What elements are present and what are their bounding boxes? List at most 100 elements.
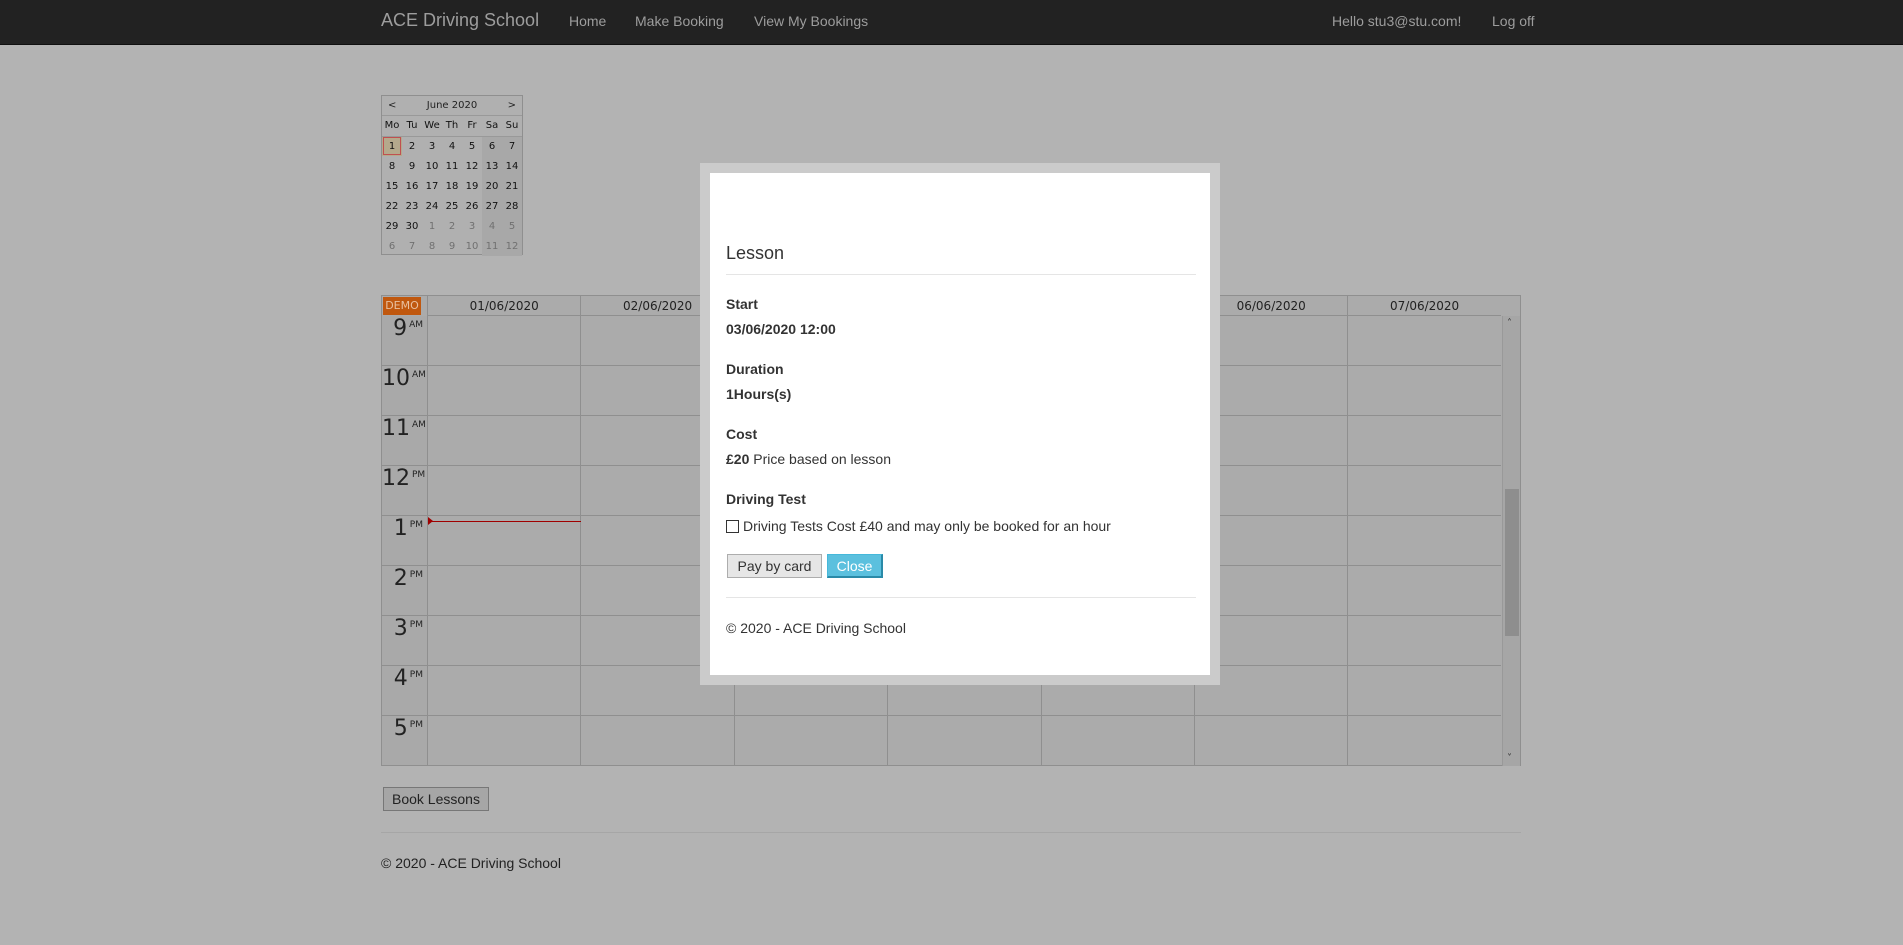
time-slot[interactable] <box>580 716 734 766</box>
calendar-day[interactable]: 6 <box>482 136 502 156</box>
calendar-day[interactable]: 24 <box>422 196 442 216</box>
calendar-day[interactable]: 16 <box>402 176 422 196</box>
time-slot[interactable] <box>887 716 1041 766</box>
calendar-day[interactable]: 5 <box>462 136 482 156</box>
calendar-day[interactable]: 17 <box>422 176 442 196</box>
calendar-day[interactable]: 14 <box>502 156 522 176</box>
calendar-day[interactable]: 10 <box>422 156 442 176</box>
calendar-day[interactable]: 7 <box>402 236 422 256</box>
hour-label: 4 PM <box>382 666 427 716</box>
time-slot[interactable] <box>1347 666 1501 716</box>
hour-label: 3 PM <box>382 616 427 666</box>
calendar-day[interactable]: 23 <box>402 196 422 216</box>
hour-number: 1 <box>393 516 408 541</box>
time-slot[interactable] <box>733 716 888 766</box>
driving-test-checkbox-label[interactable]: Driving Tests Cost £40 and may only be b… <box>743 518 1111 534</box>
calendar-day[interactable]: 25 <box>442 196 462 216</box>
driving-test-label: Driving Test <box>726 491 806 507</box>
pay-by-card-button[interactable]: Pay by card <box>727 554 822 578</box>
dow-label: Tu <box>402 116 422 137</box>
dow-label: Su <box>502 116 522 137</box>
time-slot[interactable] <box>427 366 581 416</box>
calendar-day[interactable]: 22 <box>382 196 402 216</box>
calendar-day[interactable]: 3 <box>462 216 482 236</box>
time-slot[interactable] <box>1347 616 1501 666</box>
calendar-day[interactable]: 27 <box>482 196 502 216</box>
calendar-day[interactable]: 4 <box>442 136 462 156</box>
calendar-day[interactable]: 10 <box>462 236 482 256</box>
calendar-day[interactable]: 11 <box>442 156 462 176</box>
calendar-day[interactable]: 3 <box>422 136 442 156</box>
calendar-day[interactable]: 2 <box>402 136 422 156</box>
calendar-day[interactable]: 7 <box>502 136 522 156</box>
dow-label: Th <box>442 116 462 137</box>
time-slot[interactable] <box>1347 366 1501 416</box>
close-button[interactable]: Close <box>827 554 883 578</box>
calendar-day[interactable]: 15 <box>382 176 402 196</box>
hour-number: 5 <box>393 716 408 741</box>
driving-test-checkbox[interactable] <box>726 520 739 533</box>
scroll-down-icon[interactable]: ˅ <box>1507 753 1512 764</box>
greeting-link[interactable]: Hello stu3@stu.com! <box>1332 13 1461 29</box>
footer-divider <box>381 832 1521 833</box>
time-slot[interactable] <box>427 516 581 566</box>
calendar-day[interactable]: 8 <box>382 156 402 176</box>
hour-label: 10 AM <box>382 366 427 416</box>
next-month-button[interactable]: > <box>508 96 516 116</box>
hour-number: 3 <box>393 616 408 641</box>
calendar-day[interactable]: 1 <box>382 136 402 156</box>
calendar-day[interactable]: 30 <box>402 216 422 236</box>
time-slot[interactable] <box>427 416 581 466</box>
calendar-day[interactable]: 18 <box>442 176 462 196</box>
time-slot[interactable] <box>1347 716 1501 766</box>
calendar-day[interactable]: 12 <box>462 156 482 176</box>
hour-period: PM <box>409 520 423 530</box>
calendar-day[interactable]: 20 <box>482 176 502 196</box>
calendar-day[interactable]: 2 <box>442 216 462 236</box>
logoff-link[interactable]: Log off <box>1492 13 1535 29</box>
time-slot[interactable] <box>427 566 581 616</box>
time-slot[interactable] <box>1347 566 1501 616</box>
calendar-day[interactable]: 9 <box>402 156 422 176</box>
calendar-day[interactable]: 28 <box>502 196 522 216</box>
calendar-day[interactable]: 13 <box>482 156 502 176</box>
time-slot[interactable] <box>1347 516 1501 566</box>
calendar-day[interactable]: 19 <box>462 176 482 196</box>
calendar-day[interactable]: 11 <box>482 236 502 256</box>
time-slot[interactable] <box>427 316 581 366</box>
calendar-day[interactable]: 5 <box>502 216 522 236</box>
calendar-day[interactable]: 21 <box>502 176 522 196</box>
driving-test-option[interactable]: Driving Tests Cost £40 and may only be b… <box>726 518 1111 534</box>
scroll-up-icon[interactable]: ˄ <box>1507 318 1512 329</box>
calendar-day[interactable]: 29 <box>382 216 402 236</box>
hour-label: 2 PM <box>382 566 427 616</box>
calendar-day[interactable]: 8 <box>422 236 442 256</box>
nav-view-my-bookings[interactable]: View My Bookings <box>754 13 868 29</box>
hour-label: 1 PM <box>382 516 427 566</box>
calendar-day[interactable]: 26 <box>462 196 482 216</box>
time-slot[interactable] <box>1347 466 1501 516</box>
time-slot[interactable] <box>427 716 581 766</box>
calendar-day[interactable]: 4 <box>482 216 502 236</box>
scrollbar-thumb[interactable] <box>1505 489 1519 636</box>
prev-month-button[interactable]: < <box>388 96 396 116</box>
book-lessons-button[interactable]: Book Lessons <box>383 787 489 811</box>
calendar-day[interactable]: 6 <box>382 236 402 256</box>
calendar-day[interactable]: 1 <box>422 216 442 236</box>
time-slot[interactable] <box>1194 716 1348 766</box>
time-slot[interactable] <box>1347 416 1501 466</box>
hour-period: PM <box>409 620 423 630</box>
scrollbar[interactable]: ˄ ˅ <box>1502 316 1520 766</box>
divider <box>726 597 1196 598</box>
calendar-day[interactable]: 12 <box>502 236 522 256</box>
time-slot[interactable] <box>427 466 581 516</box>
time-slot[interactable] <box>427 616 581 666</box>
time-slot[interactable] <box>427 666 581 716</box>
nav-home[interactable]: Home <box>569 13 606 29</box>
time-slot[interactable] <box>1347 316 1501 366</box>
calendar-day[interactable]: 9 <box>442 236 462 256</box>
current-time-arrow-icon <box>428 517 433 525</box>
brand-link[interactable]: ACE Driving School <box>381 10 539 31</box>
time-slot[interactable] <box>1040 716 1194 766</box>
nav-make-booking[interactable]: Make Booking <box>635 13 724 29</box>
